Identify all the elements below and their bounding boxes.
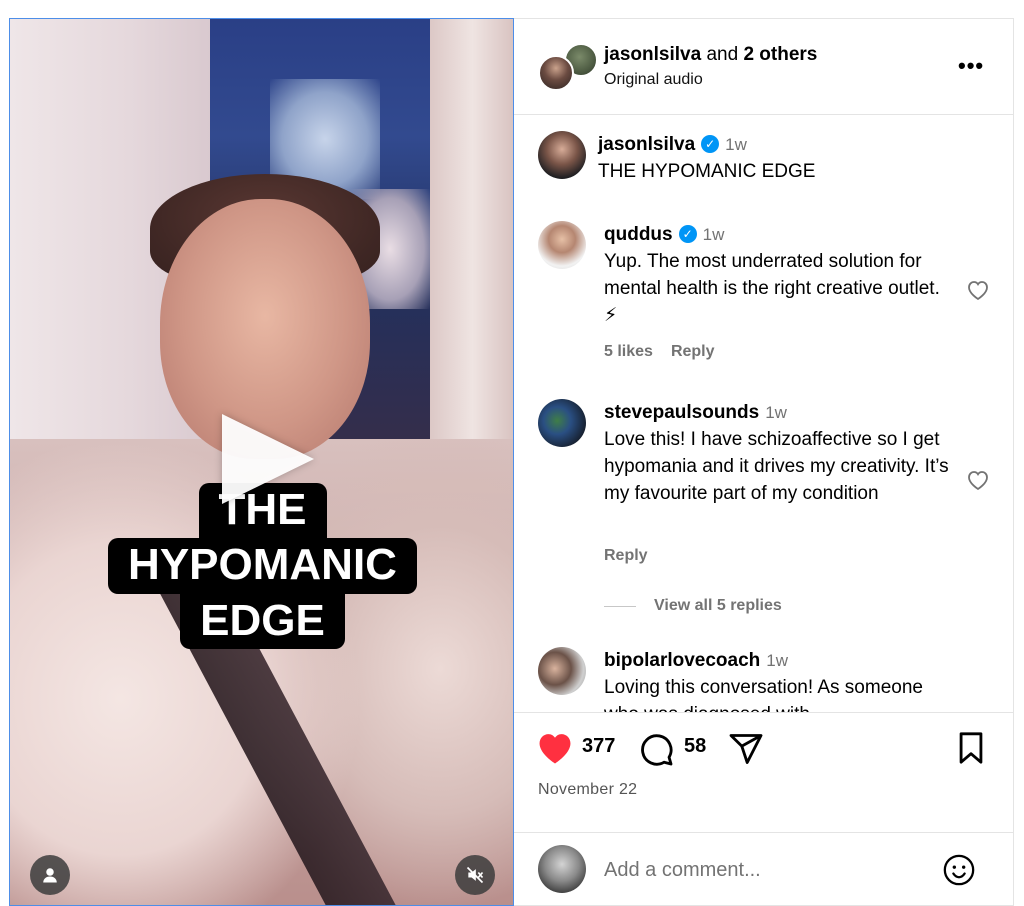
comment-body: bipolarlovecoach 1w Loving this conversat… (604, 647, 954, 712)
tagged-users-button[interactable] (30, 855, 70, 895)
view-replies-label[interactable]: View all 5 replies (654, 597, 782, 615)
likes-count[interactable]: 377 (582, 735, 615, 758)
authors-joiner: and (701, 44, 744, 65)
avatar[interactable] (538, 399, 586, 447)
post-panel: jasonlsilva and 2 others Original audio … (514, 18, 1014, 906)
post-actions: 377 58 November 22 (514, 713, 1014, 833)
caption-line-3: EDGE (180, 593, 345, 649)
comments-list[interactable]: jasonlsilva ✓ 1w THE HYPOMANIC EDGE quddus… (514, 115, 1014, 713)
emoji-icon[interactable] (942, 853, 976, 887)
replies-divider (604, 605, 636, 607)
post-authors: jasonlsilva and 2 others (604, 44, 817, 66)
verified-badge-icon: ✓ (701, 135, 720, 153)
mute-toggle-button[interactable] (455, 855, 495, 895)
user-icon (43, 868, 57, 883)
comment-text: Loving this conversation! As someone who… (604, 677, 923, 712)
like-comment-heart-icon[interactable] (966, 279, 990, 301)
comment-meta: Reply (604, 547, 666, 565)
comment-username[interactable]: jasonlsilva (598, 134, 695, 155)
video-caption: THE HYPOMANIC EDGE (10, 483, 513, 649)
comment-time: 1w (702, 225, 725, 244)
comment-username[interactable]: stevepaulsounds (604, 402, 759, 423)
reply-button[interactable]: Reply (604, 547, 648, 564)
like-comment-heart-icon[interactable] (966, 469, 990, 491)
comment-time: 1w (765, 403, 787, 422)
caption-line-2: HYPOMANIC (108, 538, 417, 594)
avatar[interactable] (538, 131, 586, 179)
share-paper-plane-icon[interactable] (728, 731, 764, 767)
comment-text: THE HYPOMANIC EDGE (598, 161, 816, 182)
comment-composer (514, 833, 1014, 906)
view-replies[interactable]: View all 5 replies (604, 597, 782, 615)
comment-likes-count[interactable]: 5 likes (604, 343, 653, 360)
comment-time: 1w (725, 135, 747, 154)
play-icon[interactable] (222, 414, 314, 504)
verified-badge-icon: ✓ (678, 225, 697, 243)
author-avatar[interactable] (538, 55, 574, 91)
post-header: jasonlsilva and 2 others Original audio … (514, 19, 1014, 115)
post-date[interactable]: November 22 (538, 781, 637, 799)
comment-body: quddus ✓ 1w Yup. The most underrated solut… (604, 221, 954, 329)
avatar[interactable] (538, 647, 586, 695)
add-comment-input[interactable] (604, 855, 904, 885)
comment-body: stevepaulsounds 1w Love this! I have schi… (604, 399, 954, 507)
comment-text: Love this! I have schizoaffective so I g… (604, 429, 949, 504)
audio-link[interactable]: Original audio (604, 71, 703, 89)
more-options-icon[interactable]: ••• (958, 53, 984, 79)
reel-video[interactable]: THE HYPOMANIC EDGE (9, 18, 514, 906)
comment-icon[interactable] (638, 731, 674, 767)
current-user-avatar (538, 845, 586, 893)
comments-count[interactable]: 58 (684, 735, 706, 758)
other-authors-link[interactable]: 2 others (743, 44, 817, 65)
liked-heart-icon[interactable] (536, 731, 574, 765)
comment-meta: 5 likes Reply (604, 343, 733, 361)
muted-speaker-icon (466, 866, 484, 884)
author-username[interactable]: jasonlsilva (604, 44, 701, 65)
avatar[interactable] (538, 221, 586, 269)
comment-username[interactable]: quddus (604, 224, 673, 245)
comment-time: 1w (766, 651, 789, 670)
caption-body: jasonlsilva ✓ 1w THE HYPOMANIC EDGE (598, 131, 948, 185)
save-bookmark-icon[interactable] (956, 731, 986, 765)
comment-text: Yup. The most underrated solution for me… (604, 251, 940, 326)
comment-username[interactable]: bipolarlovecoach (604, 650, 760, 671)
reply-button[interactable]: Reply (671, 343, 715, 360)
